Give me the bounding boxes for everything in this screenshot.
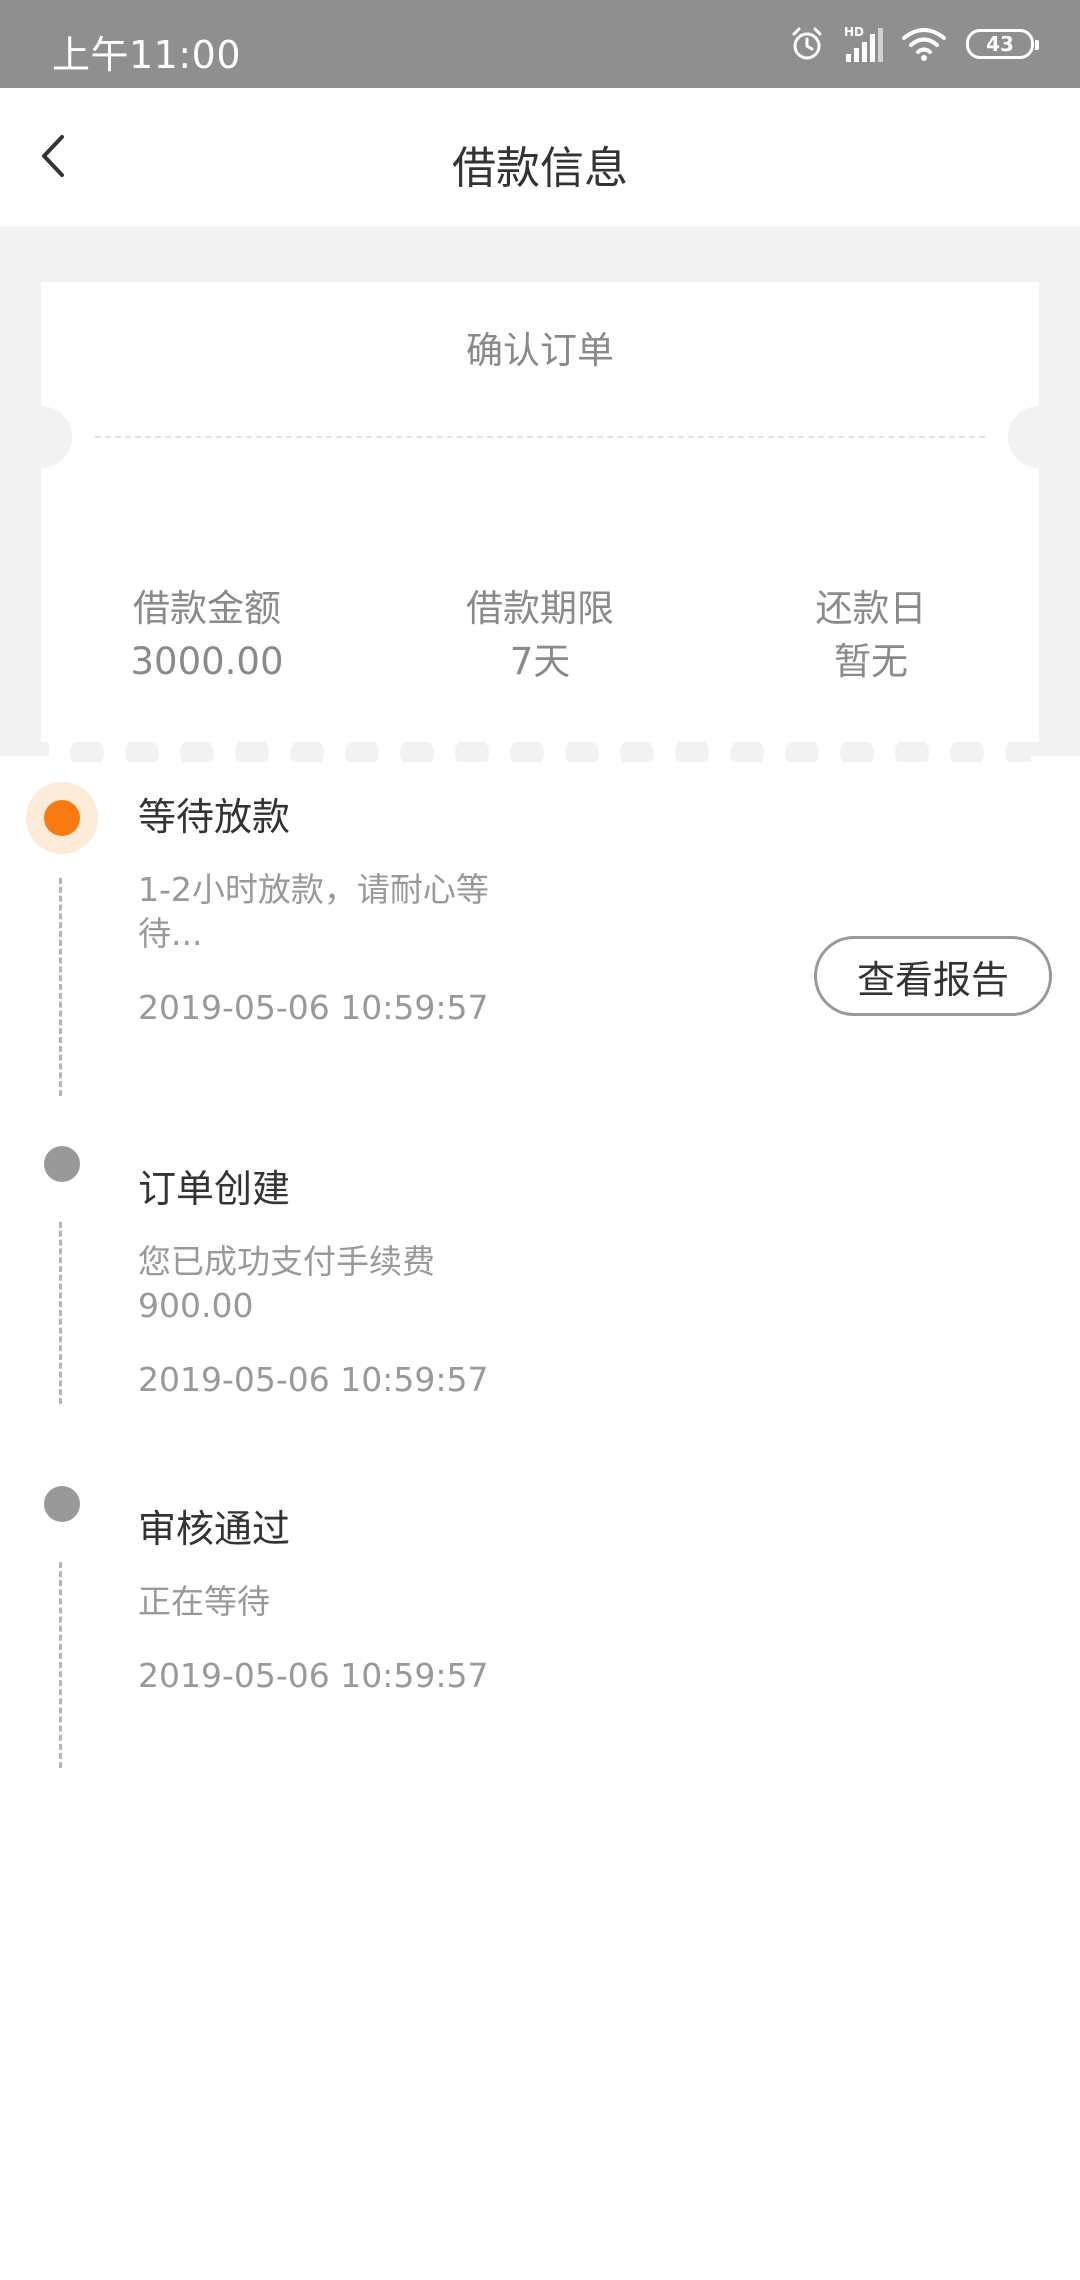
timeline-dot	[26, 1128, 98, 1200]
timeline-time: 2019-05-06 10:59:57	[138, 988, 489, 1027]
scallop	[345, 742, 379, 762]
loan-amount: 借款金额 3000.00	[57, 584, 357, 690]
hd-signal-icon: HD	[844, 25, 883, 62]
repayment-date-label: 还款日	[815, 587, 927, 630]
page-title: 借款信息	[452, 143, 628, 194]
loan-amount-value: 3000.00	[130, 640, 284, 683]
inactive-dot	[44, 1486, 80, 1522]
status-icons: HD 43	[788, 22, 1039, 66]
inactive-dot	[44, 1146, 80, 1182]
wifi-icon	[902, 28, 946, 61]
scallop	[125, 742, 159, 762]
scallop	[70, 742, 104, 762]
ticket-title: 确认订单	[466, 329, 614, 372]
status-time: 上午11:00	[52, 33, 242, 77]
scallop	[290, 742, 324, 762]
loan-term-value: 7天	[509, 640, 571, 683]
loan-term-label: 借款期限	[466, 587, 614, 630]
scallop	[455, 742, 489, 762]
timeline-title: 审核通过	[138, 1507, 291, 1551]
scallop	[895, 742, 929, 762]
timeline-connector	[59, 1222, 62, 1404]
scallop	[620, 742, 654, 762]
hd-label: HD	[844, 25, 864, 39]
timeline-time: 2019-05-06 10:59:57	[138, 1360, 489, 1399]
scallop	[565, 742, 599, 762]
active-dot	[44, 800, 80, 836]
order-ticket-card: 确认订单 借款金额 3000.00 借款期限 7天 还款日 暂无	[10, 282, 1070, 762]
scallop	[400, 742, 434, 762]
scallop	[840, 742, 874, 762]
timeline-connector	[59, 1562, 62, 1768]
scallop	[950, 742, 984, 762]
timeline-desc: 正在等待	[138, 1582, 270, 1621]
timeline-desc: 1-2小时放款，请耐心等待...	[138, 870, 489, 953]
repayment-date: 还款日 暂无	[721, 584, 1021, 690]
view-report-button[interactable]: 查看报告	[814, 936, 1052, 1016]
status-bar: 上午11:00 HD 43	[0, 0, 1080, 88]
repayment-date-value: 暂无	[834, 640, 908, 683]
nav-bar: 借款信息	[0, 88, 1080, 226]
ticket-body: 确认订单 借款金额 3000.00 借款期限 7天 还款日 暂无	[41, 282, 1039, 742]
scallop	[510, 742, 544, 762]
timeline-connector	[59, 878, 62, 1096]
scallop	[785, 742, 819, 762]
battery-level: 43	[986, 32, 1014, 56]
battery-icon: 43	[966, 29, 1039, 59]
loan-amount-label: 借款金额	[133, 587, 281, 630]
scallop	[235, 742, 269, 762]
ticket-scallop-edge	[49, 742, 1031, 762]
scallop	[675, 742, 709, 762]
loan-term: 借款期限 7天	[390, 584, 690, 690]
summary-area: 确认订单 借款金额 3000.00 借款期限 7天 还款日 暂无	[0, 226, 1080, 762]
timeline-time: 2019-05-06 10:59:57	[138, 1656, 489, 1695]
ticket-notch-right	[1008, 406, 1070, 468]
scallop	[730, 742, 764, 762]
ticket-notch-left	[10, 406, 72, 468]
ticket-divider	[95, 436, 985, 438]
timeline-title: 等待放款	[138, 795, 291, 839]
timeline-dot	[26, 1468, 98, 1540]
scallop	[1005, 742, 1031, 762]
timeline-title: 订单创建	[138, 1167, 291, 1211]
timeline-dot-active	[26, 782, 98, 854]
alarm-icon	[792, 27, 822, 60]
timeline-desc: 您已成功支付手续费900.00	[138, 1242, 435, 1325]
ticket-columns: 借款金额 3000.00 借款期限 7天 还款日 暂无	[41, 584, 1039, 704]
scallop	[180, 742, 214, 762]
